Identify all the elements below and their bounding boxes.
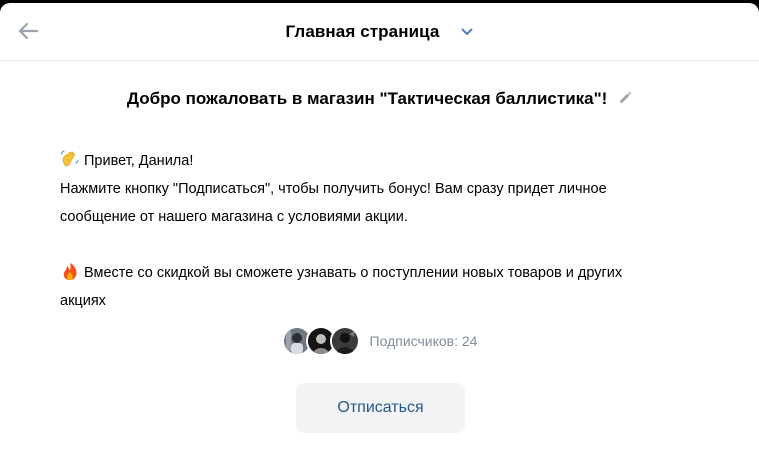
message-line-2: сообщение от нашего магазина с условиями… bbox=[60, 209, 408, 225]
greeting-text: Привет, Данила! bbox=[84, 153, 194, 169]
message-line-4: акциях bbox=[60, 293, 106, 309]
message-body: Привет, Данила! Нажмите кнопку "Подписат… bbox=[60, 147, 700, 315]
welcome-heading: Добро пожаловать в магазин "Тактическая … bbox=[0, 89, 759, 110]
waving-hand-emoji bbox=[60, 149, 80, 169]
avatar-stack bbox=[281, 326, 360, 356]
top-bar: Главная страница bbox=[0, 3, 759, 61]
fire-emoji bbox=[60, 261, 80, 281]
chevron-down-icon[interactable] bbox=[461, 28, 473, 36]
title-area[interactable]: Главная страница bbox=[0, 3, 759, 60]
avatar bbox=[329, 326, 360, 356]
discount-line: Вместе со скидкой вы сможете узнавать о … bbox=[60, 259, 700, 287]
message-line-1: Нажмите кнопку "Подписаться", чтобы полу… bbox=[60, 181, 607, 197]
store-widget-card: Главная страница Добро пожаловать в мага… bbox=[0, 3, 759, 452]
subscribers-row[interactable]: Подписчиков: 24 bbox=[0, 326, 759, 356]
discount-text: Вместе со скидкой вы сможете узнавать о … bbox=[84, 265, 623, 281]
subscribers-count: Подписчиков: 24 bbox=[369, 333, 478, 349]
unsubscribe-button[interactable]: Отписаться bbox=[296, 383, 465, 433]
welcome-text: Добро пожаловать в магазин "Тактическая … bbox=[126, 89, 608, 108]
greeting-line: Привет, Данила! bbox=[60, 147, 700, 175]
page-title: Главная страница bbox=[285, 21, 440, 41]
pencil-icon[interactable] bbox=[618, 90, 632, 110]
